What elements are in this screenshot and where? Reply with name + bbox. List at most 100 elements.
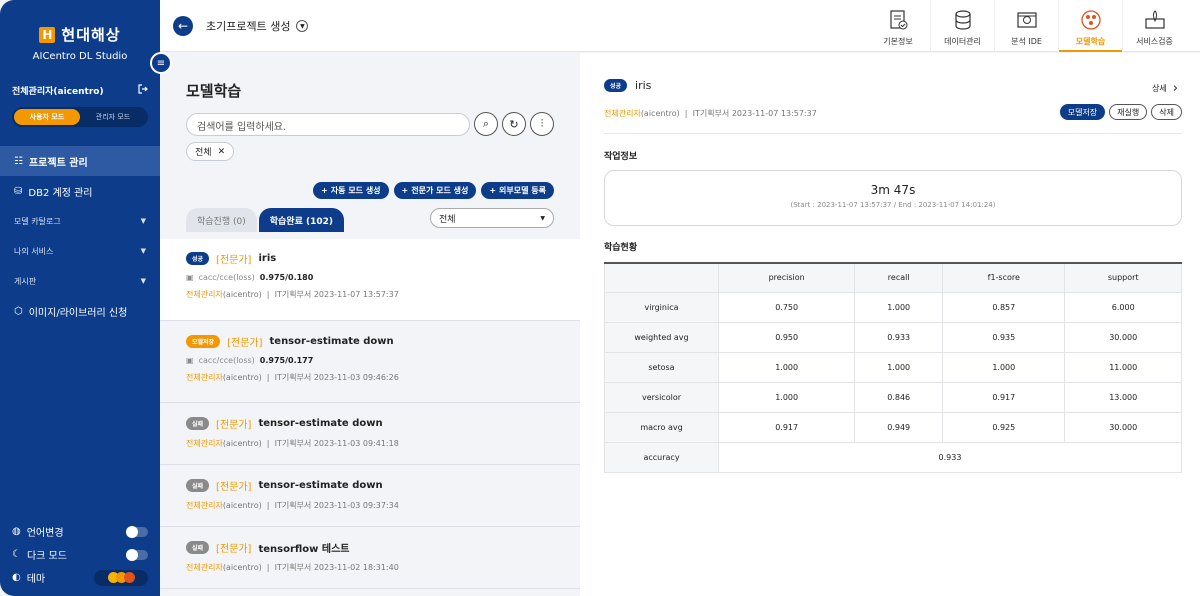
doc-check-icon — [887, 9, 909, 31]
table-cell: 0.857 — [942, 291, 1066, 323]
dark-mode-toggle[interactable] — [126, 548, 148, 561]
top-bar: ← 초기프로젝트 생성 ▼ 기본정보 데이터관리 분석 IDE 모델학습 서비스… — [160, 0, 1200, 52]
owner-id: (aicentro) — [222, 439, 262, 448]
list-item[interactable]: 실패 [전문가] tensor-estimate down 전체관리자(aicent… — [160, 465, 580, 527]
list-item[interactable]: 실패 [전문가] tensorflow 테스트 전체관리자(aicentro) | … — [160, 527, 580, 589]
dark-mode-row: ☾ 다크 모드 — [12, 543, 148, 566]
sidebar-item-board[interactable]: 게시판 ▼ — [0, 266, 160, 296]
status-filter-select[interactable]: 전체 ▼ — [430, 208, 554, 228]
row-label: weighted avg — [604, 321, 719, 353]
table-row: weighted avg 0.950 0.933 0.935 30.000 — [604, 321, 1182, 353]
mode-toggle: 사용자 모드 관리자 모드 — [12, 107, 148, 127]
classification-report-table: precision recall f1-score support virgin… — [604, 262, 1182, 473]
rerun-button[interactable]: 재실행 — [1109, 104, 1148, 120]
language-toggle[interactable] — [126, 525, 148, 538]
row-label: virginica — [604, 291, 719, 323]
list-item[interactable]: 실패 [전문가] tensor-estimate down 전체관리자(aicent… — [160, 403, 580, 465]
theme-row: ◐ 테마 — [12, 566, 148, 589]
filter-chip[interactable]: 전체 ✕ — [186, 142, 235, 161]
user-name: 전체관리자(aicentro) — [12, 87, 104, 97]
language-label: 언어변경 — [26, 528, 64, 539]
caret-down-icon: ▼ — [140, 217, 146, 225]
back-button[interactable]: ← — [173, 16, 193, 36]
logout-icon[interactable] — [138, 84, 148, 97]
theme-picker[interactable] — [94, 569, 148, 586]
table-cell: 30.000 — [1064, 411, 1182, 443]
search-button[interactable]: ⌕ — [474, 112, 498, 136]
project-selector[interactable]: 초기프로젝트 생성 ▼ — [206, 18, 309, 34]
status-badge: 실패 — [186, 417, 210, 430]
plus-icon: + — [321, 186, 328, 195]
owner-id: (aicentro) — [222, 501, 262, 510]
create-expert-mode-button[interactable]: + 전문가 모드 생성 — [393, 182, 477, 199]
table-cell: 0.925 — [942, 411, 1066, 443]
tab-completed[interactable]: 학습완료 (102) — [258, 208, 345, 232]
table-cell: 1.000 — [854, 351, 944, 383]
status-badge: 성공 — [186, 252, 210, 265]
row-label: setosa — [604, 351, 719, 383]
table-cell: 1.000 — [854, 291, 944, 323]
detail-actions: 모델저장 재실행 삭제 — [1059, 104, 1182, 120]
dept-date: IT기획부서 2023-11-03 09:46:26 — [274, 373, 399, 382]
dept-date: IT기획부서 2023-11-07 13:57:37 — [692, 109, 817, 118]
button-label: 전문가 모드 생성 — [411, 186, 469, 195]
status-filter-value: 전체 — [439, 214, 456, 225]
refresh-button[interactable]: ↻ — [502, 112, 526, 136]
model-list-panel: 모델학습 검색어를 입력하세요. ⌕ ↻ ⫶ 전체 ✕ + 자동 모드 생성 + 전… — [160, 53, 580, 596]
row-label: macro avg — [604, 411, 719, 443]
tab-model-training[interactable]: 모델학습 — [1058, 0, 1122, 52]
tab-data-management[interactable]: 데이터관리 — [930, 0, 994, 52]
tab-label: 분석 IDE — [1011, 37, 1042, 46]
metric-value: 0.975/0.180 — [259, 273, 314, 282]
admin-mode-button[interactable]: 관리자 모드 — [80, 109, 146, 125]
table-cell: 1.000 — [717, 351, 856, 383]
delete-button[interactable]: 삭제 — [1151, 104, 1182, 120]
table-row: virginica 0.750 1.000 0.857 6.000 — [604, 291, 1182, 323]
sidebar-item-catalog[interactable]: 모델 카탈로그 ▼ — [0, 206, 160, 236]
register-external-model-button[interactable]: + 외부모델 등록 — [481, 182, 554, 199]
theme-label: 테마 — [26, 574, 46, 585]
sidebar-item-image-request[interactable]: ⬡ 이미지/라이브러리 신청 — [0, 296, 160, 326]
table-cell: 13.000 — [1064, 381, 1182, 413]
duration-range: (Start : 2023-11-07 13:57:37 / End : 202… — [790, 201, 996, 209]
duration-value: 3m 47s — [870, 183, 916, 197]
mode-tag: [전문가] — [216, 482, 252, 493]
owner-id: (aicentro) — [222, 373, 262, 382]
list-item[interactable]: 성공 [전문가] iris ▣ cacc/cce(loss) 0.975/0.180 전… — [160, 239, 580, 321]
search-input[interactable]: 검색어를 입력하세요. — [186, 113, 470, 136]
table-header: f1-score — [942, 262, 1066, 293]
owner-id: (aicentro) — [222, 563, 262, 572]
sidebar-collapse-button[interactable]: ≡ — [150, 52, 172, 74]
sidebar-item-label: 나의 서비스 — [14, 246, 54, 256]
close-icon[interactable]: ✕ — [218, 147, 226, 157]
table-cell: 1.000 — [942, 351, 1066, 383]
rocket-icon — [1144, 9, 1166, 31]
theme-color-dot[interactable] — [123, 572, 135, 583]
accuracy-cell: 0.933 — [718, 441, 1182, 473]
moon-icon: ☾ — [12, 549, 21, 560]
tab-analysis-ide[interactable]: 분석 IDE — [994, 0, 1058, 52]
filter-settings-button[interactable]: ⫶ — [530, 112, 554, 136]
tab-in-progress[interactable]: 학습진행 (0) — [186, 208, 257, 232]
tab-basic-info[interactable]: 기본정보 — [866, 0, 930, 52]
sidebar-item-project[interactable]: ☷ 프로젝트 관리 — [0, 146, 160, 176]
mode-tag: [전문가] — [216, 544, 252, 555]
sidebar-item-label: 프로젝트 관리 — [28, 157, 88, 169]
detail-link[interactable]: 상세 › — [1152, 81, 1178, 96]
tab-service-validation[interactable]: 서비스검증 — [1122, 0, 1186, 52]
user-mode-button[interactable]: 사용자 모드 — [14, 109, 80, 125]
sidebar-bottom: ◍ 언어변경 ☾ 다크 모드 ◐ 테마 — [12, 520, 148, 589]
top-nav: 기본정보 데이터관리 분석 IDE 모델학습 서비스검증 — [866, 0, 1186, 52]
dept-date: IT기획부서 2023-11-02 18:31:40 — [274, 563, 399, 572]
training-status-title: 학습현황 — [604, 243, 638, 253]
sidebar-item-db2[interactable]: ⛁ DB2 계정 관리 — [0, 176, 160, 206]
model-list: 성공 [전문가] iris ▣ cacc/cce(loss) 0.975/0.180 전… — [160, 239, 580, 589]
brand-name: 현대해상 — [61, 26, 121, 44]
create-auto-mode-button[interactable]: + 자동 모드 생성 — [313, 182, 389, 199]
owner-name: 전체관리자 — [186, 501, 223, 510]
save-model-button[interactable]: 모델저장 — [1059, 104, 1106, 120]
logo-mark-icon: H — [39, 26, 56, 43]
sidebar-item-my-service[interactable]: 나의 서비스 ▼ — [0, 236, 160, 266]
language-row: ◍ 언어변경 — [12, 520, 148, 543]
list-item[interactable]: 모델저장 [전문가] tensor-estimate down ▣ cacc/cce(… — [160, 321, 580, 403]
